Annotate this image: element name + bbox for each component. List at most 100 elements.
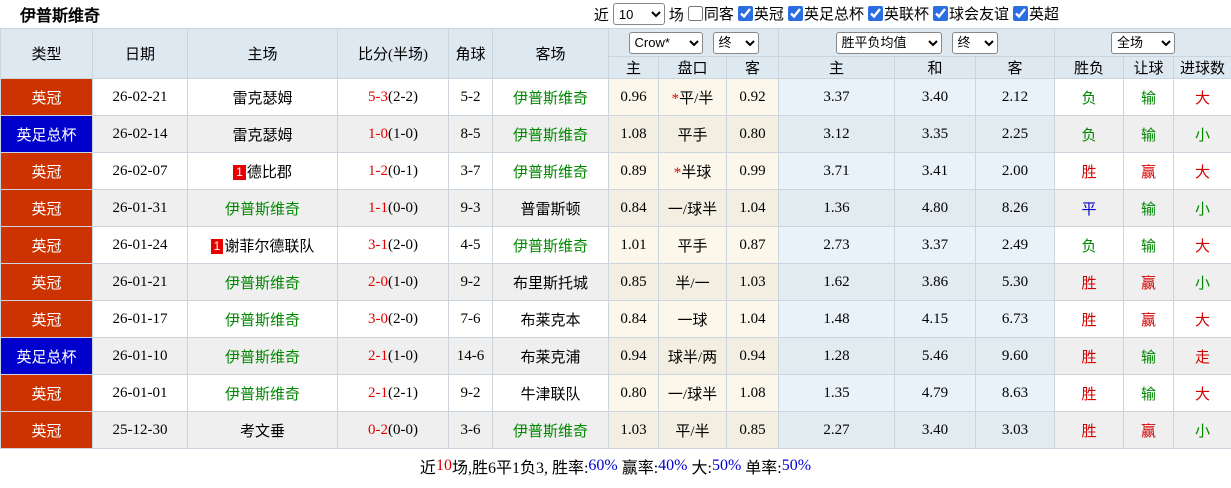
home-odds-cell: 0.80	[608, 374, 659, 412]
away-team-name: 布莱克浦	[520, 349, 581, 366]
handicap-result-cell: 赢	[1123, 300, 1175, 338]
scope-select[interactable]: 全场	[1111, 31, 1176, 54]
table-row[interactable]: 英冠 26-01-01 伊普斯维奇 2-1(2-1) 9-2 牛津联队 0.80 一/球半 1.…	[0, 374, 1231, 412]
date-cell: 26-02-07	[92, 152, 188, 190]
date-cell: 26-01-21	[92, 263, 188, 301]
table-row[interactable]: 英冠 26-02-07 1 德比郡 1-2(0-1) 3-7 伊普斯维奇 0.89 *半球 0.9…	[0, 152, 1231, 190]
filter-checkbox-label[interactable]: 同客	[684, 3, 734, 24]
filter-checkbox[interactable]	[687, 5, 703, 21]
odds-time-select[interactable]: 终	[712, 31, 759, 54]
avg-draw-cell: 3.37	[894, 226, 976, 264]
table-row[interactable]: 英冠 26-01-31 伊普斯维奇 1-1(0-0) 9-3 普雷斯顿 0.84 一/球半 1.…	[0, 189, 1231, 227]
table-row[interactable]: 英冠 26-01-17 伊普斯维奇 3-0(2-0) 7-6 布莱克本 0.84 一球 1.04…	[0, 300, 1231, 338]
table-row[interactable]: 英足总杯 26-02-14 雷克瑟姆 1-0(1-0) 8-5 伊普斯维奇 1.08 平手 0.…	[0, 115, 1231, 153]
handicap-line-cell: 球半/两	[658, 337, 727, 375]
fulltime-score: 2-1	[368, 384, 388, 401]
handicap-line-cell: 平手	[658, 115, 727, 153]
home-team-cell: 伊普斯维奇	[187, 374, 338, 412]
avg-win-cell: 1.28	[778, 337, 895, 375]
filter-checkbox[interactable]	[867, 5, 883, 21]
filter-checkbox[interactable]	[1012, 5, 1028, 21]
league-filters: 同客 英冠 英足总杯 英联杯 球会友谊 英超	[684, 3, 1059, 26]
handicap-line-cell: 一/球半	[658, 374, 727, 412]
home-odds-cell: 0.94	[608, 337, 659, 375]
handicap-line-cell: 平/半	[658, 411, 727, 449]
home-odds-cell: 1.08	[608, 115, 659, 153]
table-row[interactable]: 英冠 25-12-30 考文垂 0-2(0-0) 3-6 伊普斯维奇 1.03 平/半 0.85…	[0, 411, 1231, 449]
date-cell: 26-02-14	[92, 115, 188, 153]
filter-label: 英冠	[753, 6, 784, 23]
filter-checkbox[interactable]	[787, 5, 803, 21]
goals-result-cell: 大	[1173, 78, 1231, 116]
away-team-cell: 普雷斯顿	[492, 189, 609, 227]
subcol-avg-lose: 客	[974, 56, 1056, 79]
home-team-name: 德比郡	[246, 164, 292, 181]
filter-checkbox[interactable]	[932, 5, 948, 21]
rank-badge: 1	[210, 238, 224, 254]
col-header-corners: 角球	[448, 28, 493, 79]
summary-line: 近 10 场,胜6平1负3, 胜率: 60% 赢率: 40% 大: 50% 单率: 50%	[0, 449, 1231, 483]
result-cell: 胜	[1054, 263, 1125, 301]
table-row[interactable]: 英冠 26-01-21 伊普斯维奇 2-0(1-0) 9-2 布里斯托城 0.85 半/一 1.…	[0, 263, 1231, 301]
away-team-name: 布莱克本	[520, 312, 581, 329]
handicap-line-cell: 一/球半	[658, 189, 727, 227]
home-odds-cell: 1.03	[608, 411, 659, 449]
avg-draw-cell: 4.15	[894, 300, 976, 338]
filter-checkbox-label[interactable]: 英足总杯	[784, 3, 864, 24]
avg-win-cell: 1.62	[778, 263, 895, 301]
away-team-name: 伊普斯维奇	[512, 90, 588, 107]
handicap-result-cell: 输	[1123, 78, 1175, 116]
recent-count-select[interactable]: 10	[612, 3, 665, 25]
score-cell: 1-2(0-1)	[337, 152, 449, 190]
league-badge: 英足总杯	[0, 115, 93, 153]
table-row[interactable]: 英冠 26-02-21 雷克瑟姆 5-3(2-2) 5-2 伊普斯维奇 0.96 *平/半 0.…	[0, 78, 1231, 116]
result-cell: 胜	[1054, 152, 1125, 190]
date-cell: 26-01-31	[92, 189, 188, 227]
filter-checkbox-label[interactable]: 英联杯	[864, 3, 929, 24]
filter-checkbox[interactable]	[737, 5, 753, 21]
league-badge: 英冠	[0, 374, 93, 412]
avg-win-cell: 1.36	[778, 189, 895, 227]
score-cell: 5-3(2-2)	[337, 78, 449, 116]
goals-result-cell: 小	[1173, 115, 1231, 153]
fulltime-score: 2-1	[368, 347, 388, 364]
average-type-select[interactable]: 胜平负均值	[835, 31, 942, 54]
filter-checkbox-label[interactable]: 英超	[1009, 3, 1059, 24]
avg-win-cell: 3.37	[778, 78, 895, 116]
result-cell: 平	[1054, 189, 1125, 227]
handicap-group-header: Crow* 终	[608, 28, 779, 57]
summary-segment: 50%	[711, 457, 742, 474]
fulltime-score: 1-0	[368, 125, 388, 142]
table-row[interactable]: 英足总杯 26-01-10 伊普斯维奇 2-1(1-0) 14-6 布莱克浦 0.94 球半/…	[0, 337, 1231, 375]
home-team-name: 伊普斯维奇	[224, 349, 300, 366]
away-team-name: 牛津联队	[520, 386, 581, 403]
table-row[interactable]: 英冠 26-01-24 1 谢菲尔德联队 3-1(2-0) 4-5 伊普斯维奇 1.01 平手 0…	[0, 226, 1231, 264]
home-team-name: 谢菲尔德联队	[224, 238, 315, 255]
summary-segment: 大:	[687, 460, 712, 477]
summary-segment: 近	[419, 460, 436, 477]
avg-lose-cell: 2.25	[974, 115, 1056, 153]
handicap-result-cell: 输	[1123, 226, 1175, 264]
star-marker: *	[673, 164, 682, 181]
avg-draw-cell: 3.86	[894, 263, 976, 301]
league-badge: 英冠	[0, 78, 93, 116]
result-cell: 负	[1054, 78, 1125, 116]
average-time-select[interactable]: 终	[951, 31, 998, 54]
filter-checkbox-label[interactable]: 英冠	[734, 3, 784, 24]
result-cell: 胜	[1054, 374, 1125, 412]
avg-lose-cell: 2.49	[974, 226, 1056, 264]
subcol-avg-win: 主	[778, 56, 895, 79]
home-team-name: 雷克瑟姆	[232, 90, 293, 107]
away-team-cell: 伊普斯维奇	[492, 115, 609, 153]
filter-label: 英超	[1028, 6, 1059, 23]
odds-company-select[interactable]: Crow*	[628, 31, 703, 54]
filter-checkbox-label[interactable]: 球会友谊	[929, 3, 1009, 24]
avg-draw-cell: 4.79	[894, 374, 976, 412]
halftime-score: (1-0)	[388, 125, 418, 142]
subcol-result: 胜负	[1054, 56, 1125, 79]
handicap-line-cell: *半球	[658, 152, 727, 190]
away-odds-cell: 0.87	[726, 226, 779, 264]
subcol-goals: 进球数	[1173, 56, 1231, 79]
star-marker: *	[671, 90, 680, 107]
away-team-name: 普雷斯顿	[520, 201, 581, 218]
